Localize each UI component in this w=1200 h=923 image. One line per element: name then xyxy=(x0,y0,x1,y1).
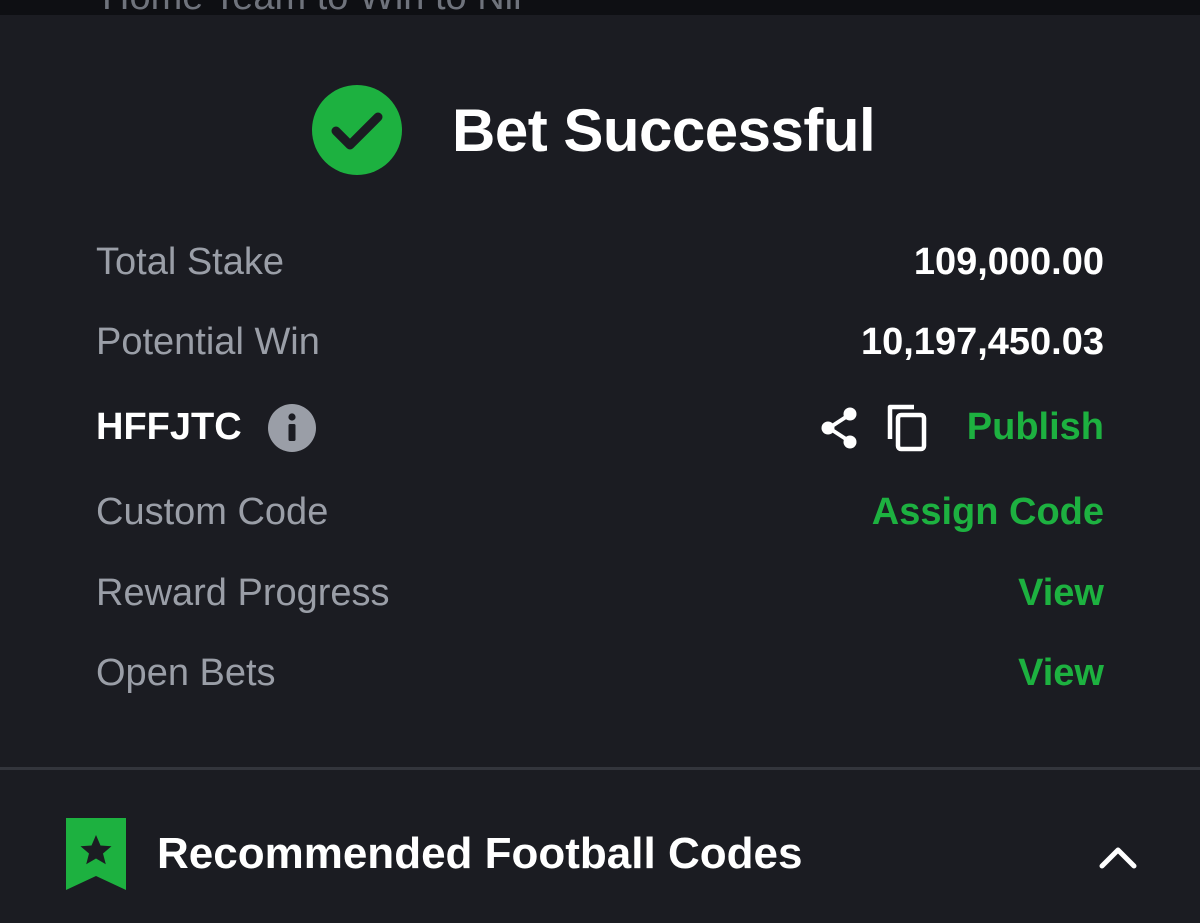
open-bets-label: Open Bets xyxy=(96,652,276,694)
total-stake-value: 109,000.00 xyxy=(913,241,1104,283)
check-circle-icon xyxy=(312,85,402,175)
bookmark-star-icon xyxy=(66,818,126,890)
potential-win-label: Potential Win xyxy=(96,321,320,363)
reward-progress-label: Reward Progress xyxy=(96,572,390,614)
open-bets-row: Open Bets View xyxy=(96,643,1104,703)
potential-win-row: Potential Win 10,197,450.03 xyxy=(96,312,1104,372)
assign-code-link[interactable]: Assign Code xyxy=(872,482,1104,542)
info-icon[interactable] xyxy=(268,404,316,452)
booking-code: HFFJTC xyxy=(96,406,242,448)
copy-icon[interactable] xyxy=(884,403,934,453)
total-stake-label: Total Stake xyxy=(96,241,284,283)
share-icon[interactable] xyxy=(816,404,864,452)
open-bets-view-link[interactable]: View xyxy=(1018,643,1104,703)
total-stake-row: Total Stake 109,000.00 xyxy=(96,232,1104,292)
market-name-partial: Home Team to Win to Nil xyxy=(102,0,522,15)
publish-link[interactable]: Publish xyxy=(967,397,1104,457)
page-title: Bet Successful xyxy=(452,97,876,164)
previous-selection-strip: Home Team to Win to Nil xyxy=(0,0,1200,15)
success-header: Bet Successful xyxy=(0,85,1200,177)
reward-progress-view-link[interactable]: View xyxy=(1018,563,1104,623)
bet-success-panel: Bet Successful Total Stake 109,000.00 Po… xyxy=(0,15,1200,923)
chevron-up-icon[interactable] xyxy=(1094,836,1142,876)
custom-code-label: Custom Code xyxy=(96,491,329,533)
recommended-codes-header[interactable]: Recommended Football Codes xyxy=(0,770,1200,923)
reward-progress-row: Reward Progress View xyxy=(96,563,1104,623)
recommended-codes-title: Recommended Football Codes xyxy=(157,829,803,878)
custom-code-row: Custom Code Assign Code xyxy=(96,482,1104,542)
booking-code-row: HFFJTC Publish xyxy=(96,397,1104,457)
potential-win-value: 10,197,450.03 xyxy=(860,321,1104,363)
